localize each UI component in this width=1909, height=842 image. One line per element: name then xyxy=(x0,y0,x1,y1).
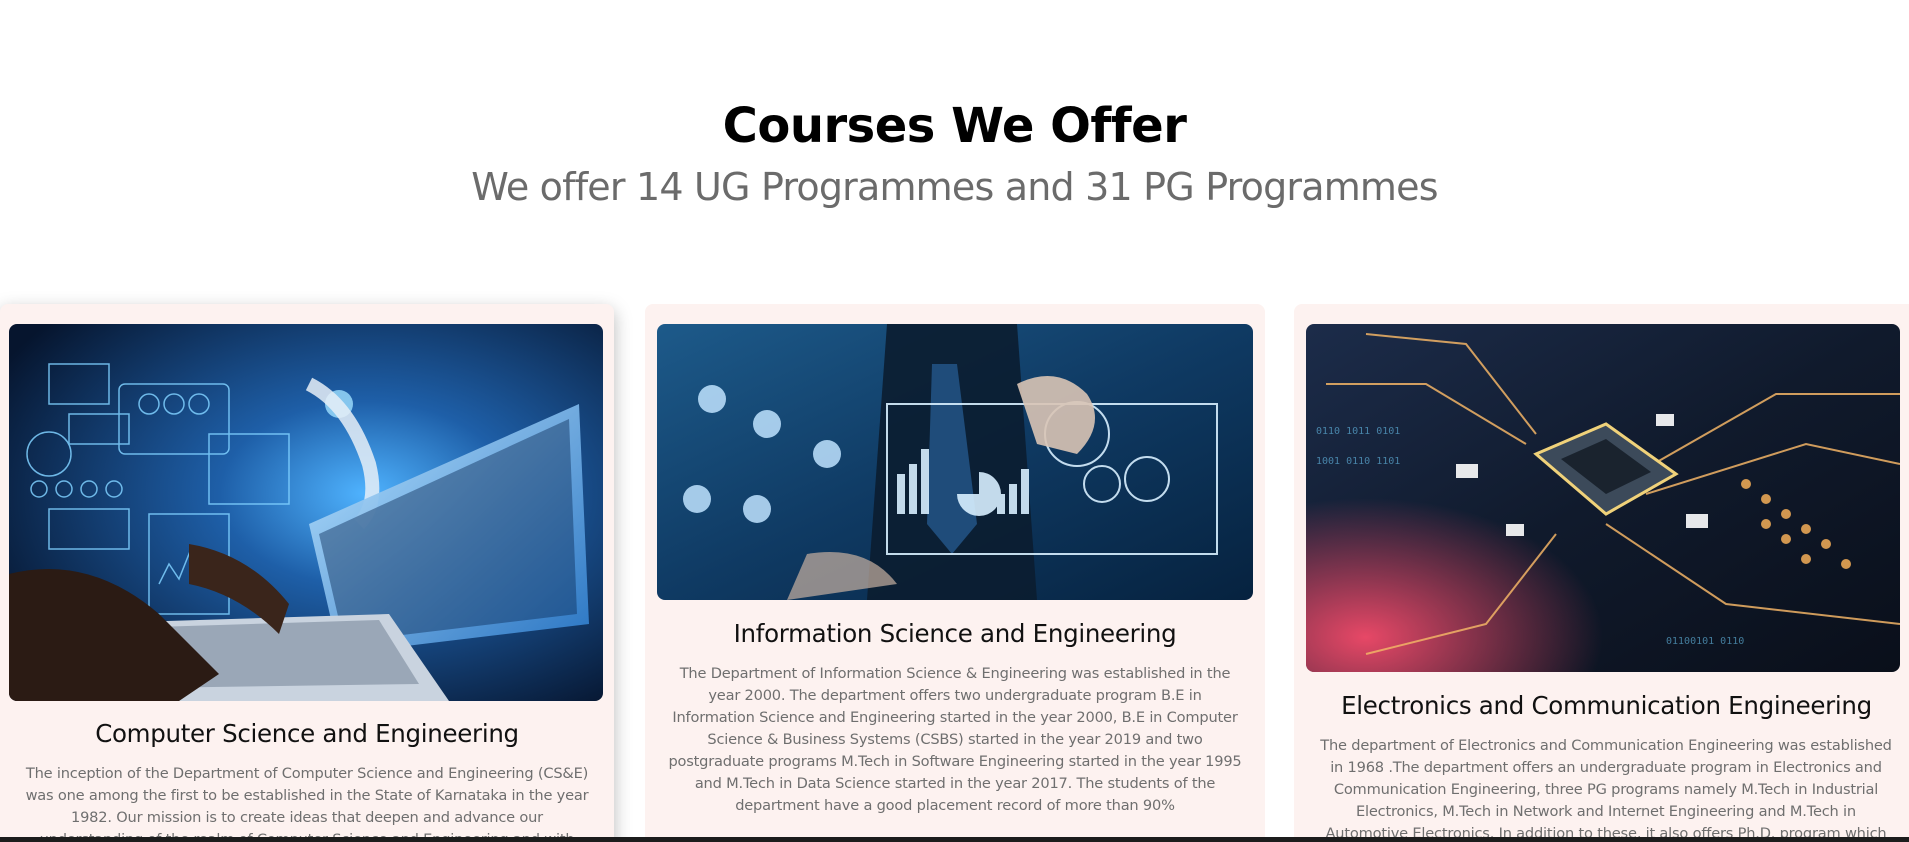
course-card-ise[interactable]: Information Science and Engineering The … xyxy=(645,304,1265,842)
business-analytics-image xyxy=(657,324,1253,600)
svg-text:01100101 0110: 01100101 0110 xyxy=(1666,636,1744,647)
course-description: The Department of Information Science & … xyxy=(668,665,1242,814)
laptop-ai-image xyxy=(9,324,603,701)
course-description: The department of Electronics and Commun… xyxy=(1320,737,1892,842)
course-title[interactable]: Computer Science and Engineering xyxy=(0,718,614,750)
course-title[interactable]: Information Science and Engineering xyxy=(645,618,1265,650)
circuit-board-image: 0110 1011 0101 1001 0110 1101 01100101 0… xyxy=(1306,324,1900,672)
svg-text:0110 1011 0101: 0110 1011 0101 xyxy=(1316,426,1400,437)
course-card-ece[interactable]: 0110 1011 0101 1001 0110 1101 01100101 0… xyxy=(1294,304,1909,842)
course-card-cse[interactable]: Computer Science and Engineering The inc… xyxy=(0,304,614,842)
course-description: The inception of the Department of Compu… xyxy=(25,765,589,842)
bottom-edge-bar xyxy=(0,837,1909,842)
section-title: Courses We Offer xyxy=(722,98,1187,154)
courses-section: Courses We Offer We offer 14 UG Programm… xyxy=(0,0,1909,842)
section-subtitle: We offer 14 UG Programmes and 31 PG Prog… xyxy=(471,165,1438,209)
svg-text:1001 0110 1101: 1001 0110 1101 xyxy=(1316,456,1400,467)
course-title[interactable]: Electronics and Communication Engineerin… xyxy=(1294,690,1909,722)
